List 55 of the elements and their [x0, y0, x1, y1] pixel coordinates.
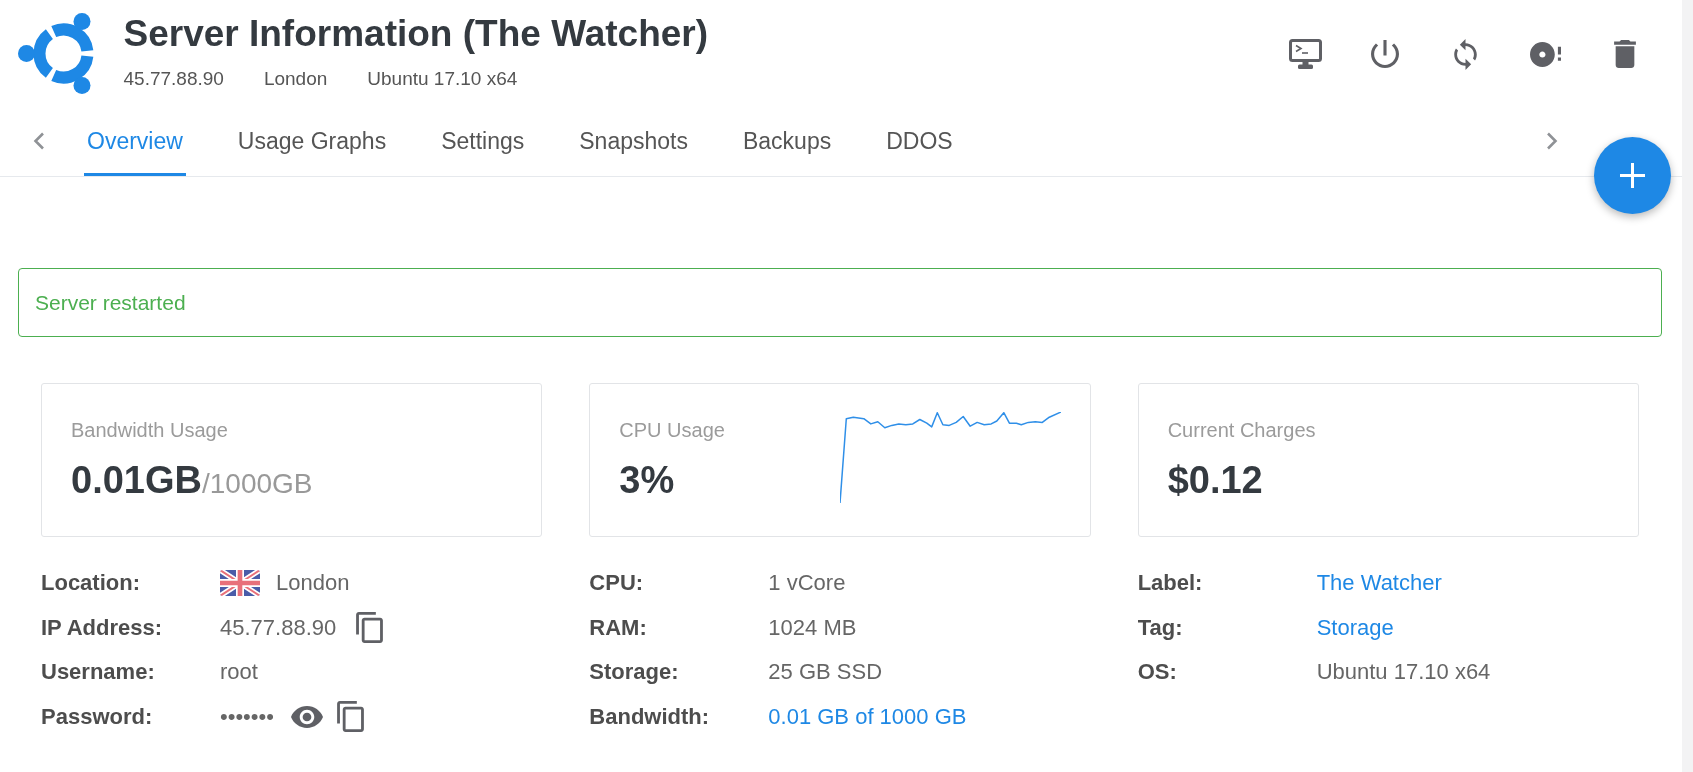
- stat-label: Bandwidth Usage: [71, 418, 229, 442]
- detail-label: Password:: [41, 703, 154, 730]
- server-meta: 45.77.88.90: [123, 67, 224, 91]
- detail-value: root: [220, 659, 258, 686]
- detail-label: Tag:: [1137, 614, 1184, 641]
- detail-link[interactable]: 0.01 GB of 1000 GB: [768, 703, 967, 730]
- uk-flag-icon: [220, 570, 260, 597]
- detail-value: •••••••: [220, 703, 274, 730]
- alert-message: Server restarted: [35, 289, 186, 316]
- detail-label: OS:: [1137, 659, 1178, 686]
- detail-label: Location:: [41, 570, 141, 597]
- detail-value: 1 vCore: [768, 570, 846, 597]
- detail-value: Ubuntu 17.10 x64: [1316, 659, 1491, 686]
- stat-label: Current Charges: [1167, 418, 1316, 442]
- chevron-left-icon[interactable]: [33, 132, 45, 150]
- stat-label: CPU Usage: [619, 418, 725, 442]
- tab[interactable]: Backups: [740, 110, 835, 176]
- detail-value: 25 GB SSD: [768, 659, 883, 686]
- detail-label: RAM:: [589, 614, 648, 641]
- power-icon[interactable]: [1371, 40, 1399, 68]
- stat-value: 0.01GB: [71, 459, 202, 501]
- server-meta: London: [263, 67, 328, 91]
- tab[interactable]: Usage Graphs: [234, 110, 390, 176]
- disc-warning-icon[interactable]: [1529, 41, 1561, 67]
- tab[interactable]: Snapshots: [576, 110, 691, 176]
- add-button[interactable]: [1594, 137, 1671, 214]
- ring-logo-icon: [18, 13, 94, 94]
- tab[interactable]: DDOS: [883, 110, 956, 176]
- detail-label: Username:: [41, 659, 156, 686]
- detail-value: 45.77.88.90: [220, 614, 337, 641]
- scrollbar-track[interactable]: [1682, 0, 1693, 772]
- detail-link[interactable]: The Watcher: [1316, 570, 1442, 597]
- tab[interactable]: Settings: [438, 110, 528, 176]
- detail-label: Label:: [1137, 570, 1204, 597]
- copy-icon[interactable]: [356, 612, 384, 644]
- server-meta: Ubuntu 17.10 x64: [367, 67, 518, 91]
- plus-icon: [1620, 163, 1645, 188]
- detail-label: IP Address:: [41, 614, 164, 641]
- stat-limit: /1000GB: [201, 468, 313, 499]
- detail-value: 1024 MB: [768, 614, 857, 641]
- eye-icon[interactable]: [290, 705, 323, 728]
- detail-label: CPU:: [589, 570, 645, 597]
- trash-icon[interactable]: [1614, 40, 1636, 68]
- stat-value: $0.12: [1167, 459, 1263, 501]
- copy-icon[interactable]: [336, 701, 364, 733]
- terminal-icon[interactable]: [1288, 39, 1322, 69]
- sync-icon[interactable]: [1453, 38, 1477, 70]
- stat-value: 3%: [619, 459, 675, 501]
- detail-value: London: [276, 570, 350, 597]
- page-title: Server Information (The Watcher): [123, 12, 709, 56]
- detail-label: Storage:: [589, 659, 680, 686]
- tab[interactable]: Overview: [84, 110, 186, 176]
- detail-link[interactable]: Storage: [1316, 614, 1394, 641]
- detail-label: Bandwidth:: [589, 703, 711, 730]
- chevron-right-icon[interactable]: [1546, 132, 1558, 150]
